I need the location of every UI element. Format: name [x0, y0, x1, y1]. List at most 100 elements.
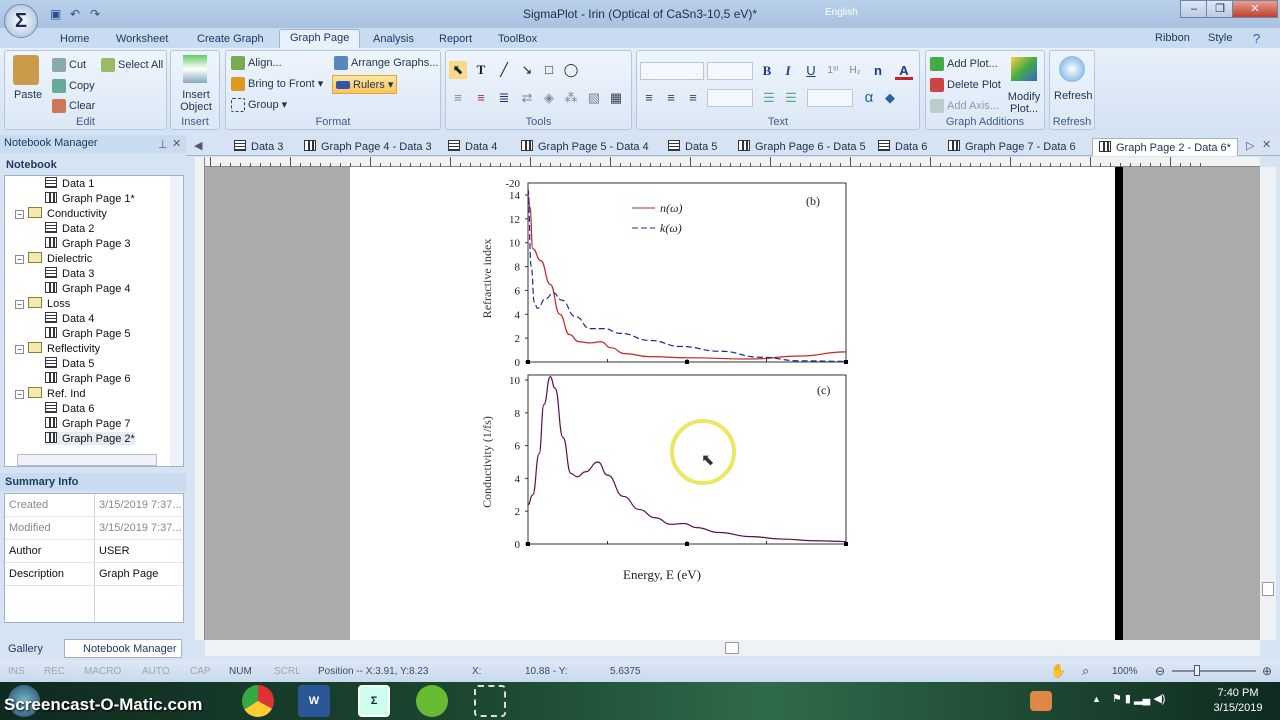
- pan-hand-icon[interactable]: ✋: [1050, 663, 1066, 679]
- document-tab[interactable]: Graph Page 6 - Data 5: [738, 138, 866, 156]
- ribbon-tab-toolbox[interactable]: ToolBox: [488, 31, 547, 48]
- zoom-slider[interactable]: [1172, 665, 1256, 676]
- arrange-graphs-button[interactable]: Arrange Graphs...: [334, 56, 438, 70]
- chart[interactable]: 0 2 4 6 8 10 12 14-20 Refractive index (b) n(ω) k(ω…: [205, 167, 1260, 640]
- close-panel-icon[interactable]: ✕: [172, 137, 181, 150]
- app-menu-button[interactable]: Σ: [4, 4, 38, 38]
- ribbon-menu[interactable]: Ribbon: [1155, 32, 1190, 44]
- minimize-button[interactable]: –: [1180, 0, 1208, 18]
- tree-item[interactable]: − Conductivity: [15, 207, 107, 220]
- ribbon-tab-report[interactable]: Report: [429, 31, 482, 48]
- clear-button[interactable]: Clear: [52, 99, 95, 113]
- font-name-dropdown[interactable]: [640, 62, 704, 80]
- fill-color-icon[interactable]: ◈: [540, 89, 558, 107]
- ribbon-tab-create-graph[interactable]: Create Graph: [187, 31, 274, 48]
- clock[interactable]: 7:40 PM 3/15/2019: [1208, 687, 1268, 714]
- select-tool-icon[interactable]: ⬉: [449, 61, 467, 79]
- rulers-button[interactable]: Rulers ▾: [332, 75, 398, 94]
- tree-item[interactable]: − Reflectivity: [15, 342, 100, 355]
- language-indicator[interactable]: English: [825, 7, 858, 18]
- selection-handle[interactable]: [685, 542, 689, 546]
- symbol-insert-icon[interactable]: ◆: [881, 89, 899, 107]
- tray-expand-icon[interactable]: ▲: [1092, 694, 1101, 704]
- zoom-out-icon[interactable]: ⊖: [1155, 664, 1165, 678]
- tree-item[interactable]: Graph Page 7: [45, 417, 131, 430]
- chrome-icon[interactable]: [242, 685, 274, 717]
- tree-item[interactable]: Graph Page 2*: [45, 432, 135, 445]
- selection-handle[interactable]: [844, 360, 848, 364]
- superscript-icon[interactable]: 1ˢᵗ: [824, 62, 842, 80]
- select-all-button[interactable]: Select All: [101, 58, 163, 72]
- align-left-icon[interactable]: ≡: [640, 89, 658, 107]
- collapse-icon[interactable]: −: [15, 300, 24, 309]
- group-button[interactable]: Group ▾: [231, 98, 287, 113]
- delete-plot-button[interactable]: Delete Plot: [930, 78, 1001, 92]
- symbol-icon[interactable]: ⁂: [562, 89, 580, 107]
- zoom-slider-thumb[interactable]: [1194, 665, 1200, 676]
- modify-plot-button[interactable]: Modify Plot...: [1006, 91, 1042, 115]
- document-tab[interactable]: Graph Page 4 - Data 3: [304, 138, 432, 156]
- gallery-tab[interactable]: Gallery: [2, 641, 62, 658]
- tree-horizontal-scrollbar[interactable]: [17, 454, 157, 466]
- tabs-scroll-left-icon[interactable]: ◀: [194, 139, 202, 152]
- tree-item[interactable]: Data 5: [45, 357, 94, 370]
- line-tool-icon[interactable]: ╱: [495, 61, 513, 79]
- tree-item[interactable]: Graph Page 5: [45, 327, 131, 340]
- document-tab[interactable]: Data 6: [878, 138, 927, 156]
- collapse-icon[interactable]: −: [15, 390, 24, 399]
- series-line-k[interactable]: [527, 188, 847, 363]
- selection-handle[interactable]: [526, 360, 530, 364]
- scroll-thumb[interactable]: [1262, 582, 1274, 596]
- close-button[interactable]: ✕: [1232, 0, 1278, 18]
- sigmaplot-icon[interactable]: Σ: [358, 685, 390, 717]
- normal-text-icon[interactable]: n: [869, 62, 887, 80]
- align-right-icon[interactable]: ≡: [684, 89, 702, 107]
- align-button[interactable]: Align...: [231, 56, 282, 70]
- collapse-icon[interactable]: −: [15, 345, 24, 354]
- pattern-icon[interactable]: ▧: [585, 89, 603, 107]
- tree-item[interactable]: − Loss: [15, 297, 70, 310]
- summary-value[interactable]: 3/15/2019 7:37...: [99, 499, 182, 511]
- tree-item[interactable]: Data 1: [45, 177, 94, 190]
- scroll-thumb[interactable]: [725, 642, 739, 654]
- document-tab[interactable]: Graph Page 5 - Data 4: [521, 138, 649, 156]
- collapse-icon[interactable]: −: [15, 210, 24, 219]
- help-icon[interactable]: ?: [1253, 31, 1260, 46]
- series-line-n[interactable]: [527, 194, 847, 360]
- selection-handle[interactable]: [685, 360, 689, 364]
- ribbon-tab-analysis[interactable]: Analysis: [363, 31, 424, 48]
- rectangle-tool-icon[interactable]: □: [540, 61, 558, 79]
- add-plot-button[interactable]: Add Plot...: [930, 57, 998, 71]
- tree-item[interactable]: Data 3: [45, 267, 94, 280]
- keyboard-icon[interactable]: [1030, 691, 1052, 711]
- ribbon-tab-worksheet[interactable]: Worksheet: [106, 31, 178, 48]
- tree-item[interactable]: − Ref. Ind: [15, 387, 86, 400]
- close-tab-icon[interactable]: ✕: [1262, 138, 1271, 151]
- ribbon-tab-graph-page[interactable]: Graph Page: [279, 29, 361, 48]
- document-tab[interactable]: Graph Page 2 - Data 6*: [1092, 138, 1238, 156]
- paste-icon[interactable]: [13, 55, 39, 85]
- style-menu[interactable]: Style: [1208, 32, 1232, 44]
- align-center-icon[interactable]: ≡: [662, 89, 680, 107]
- tree-item[interactable]: Data 2: [45, 222, 94, 235]
- tree-item[interactable]: Graph Page 6: [45, 372, 131, 385]
- summary-value[interactable]: 3/15/2019 7:37...: [99, 522, 182, 534]
- tree-item[interactable]: Data 6: [45, 402, 94, 415]
- horizontal-scrollbar[interactable]: [205, 640, 1260, 656]
- line-spacing-dropdown[interactable]: [707, 89, 753, 107]
- word-icon[interactable]: W: [298, 685, 330, 717]
- indent-icon[interactable]: ☰: [760, 89, 778, 107]
- tree-scrollbar[interactable]: [170, 176, 183, 466]
- line-color-icon[interactable]: ≡: [472, 89, 490, 107]
- summary-value[interactable]: USER: [99, 545, 130, 557]
- grid-icon[interactable]: ▦: [607, 89, 625, 107]
- paste-button[interactable]: Paste: [14, 89, 42, 101]
- collapse-icon[interactable]: −: [15, 255, 24, 264]
- utorrent-icon[interactable]: [416, 685, 448, 717]
- line-style-icon[interactable]: ≡: [449, 89, 467, 107]
- zoom-in-icon[interactable]: ⊕: [1262, 664, 1272, 678]
- pin-icon[interactable]: ⊥: [158, 138, 168, 151]
- tree-item[interactable]: Graph Page 1*: [45, 192, 135, 205]
- add-axis-button[interactable]: Add Axis...: [930, 99, 999, 113]
- document-tab[interactable]: Data 4: [448, 138, 497, 156]
